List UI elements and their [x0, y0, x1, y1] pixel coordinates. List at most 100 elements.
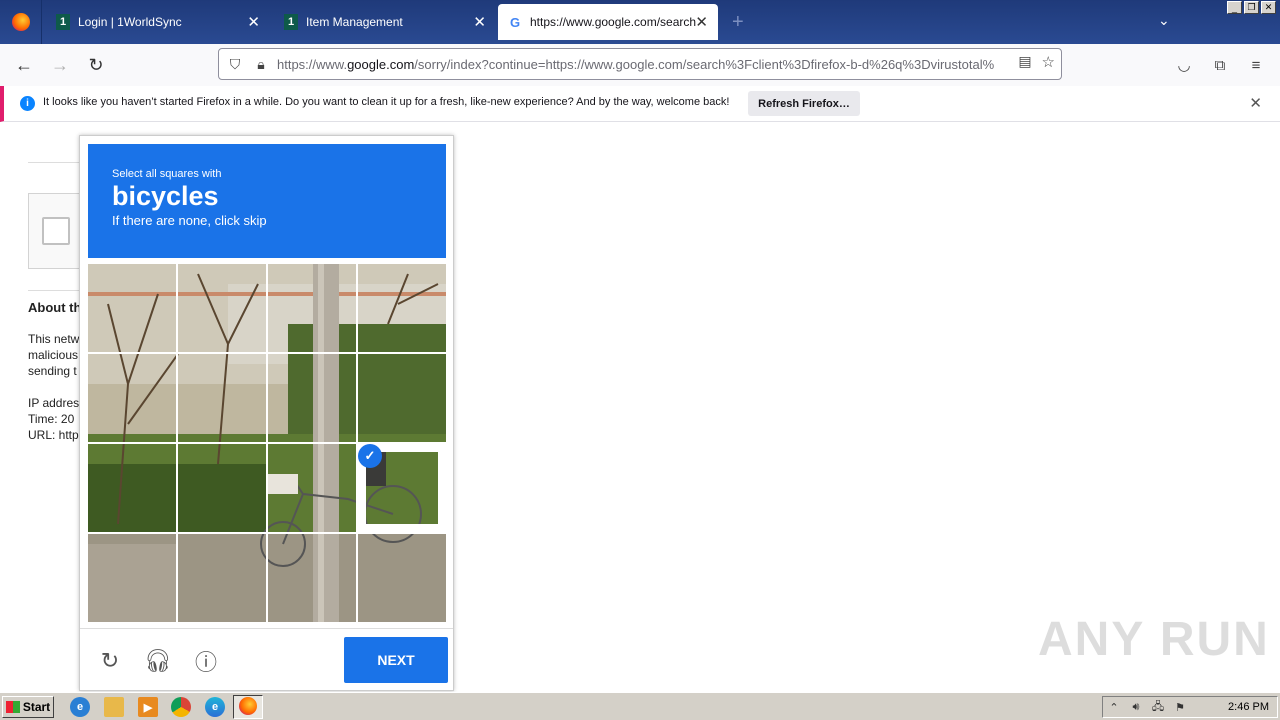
- bookmark-star-icon[interactable]: ☆: [1042, 53, 1055, 71]
- anyrun-watermark: ANY RUN: [1038, 613, 1270, 666]
- reader-view-icon[interactable]: ▤: [1018, 53, 1031, 71]
- tab-close-icon[interactable]: ✕: [473, 13, 486, 31]
- selected-check-icon: ✓: [358, 444, 382, 468]
- tile-image: [358, 534, 446, 622]
- captcha-tile[interactable]: [88, 534, 176, 622]
- system-tray: ⌃ 🔊︎ 🖧 ⚑ 2:46 PM: [1102, 696, 1278, 718]
- captcha-tile[interactable]: [178, 354, 266, 442]
- captcha-tile[interactable]: [88, 264, 176, 352]
- captcha-tile[interactable]: [358, 354, 446, 442]
- tab-close-icon[interactable]: ✕: [695, 13, 708, 31]
- tab-label: https://www.google.com/search?c: [530, 15, 696, 29]
- edge-icon[interactable]: e: [205, 697, 225, 717]
- internet-explorer-icon[interactable]: e: [70, 697, 90, 717]
- page-text-line: IP addres: [28, 396, 80, 410]
- google-favicon-icon: G: [509, 14, 521, 30]
- tab-label: Item Management: [306, 15, 403, 29]
- tab-google-search[interactable]: G https://www.google.com/search?c ✕: [498, 4, 718, 40]
- clock[interactable]: 2:46 PM: [1228, 701, 1269, 713]
- tile-image: [88, 264, 176, 352]
- tile-image: [178, 264, 266, 352]
- network-icon[interactable]: 🖧: [1151, 700, 1165, 714]
- page-text-line: sending t: [28, 364, 77, 378]
- captcha-tile[interactable]: [268, 534, 356, 622]
- challenge-header: Select all squares with bicycles If ther…: [88, 144, 446, 258]
- close-window-icon[interactable]: ✕: [1261, 1, 1276, 14]
- hamburger-menu-icon[interactable]: ≡: [1246, 55, 1266, 75]
- tile-image: [178, 354, 266, 442]
- captcha-tile[interactable]: [268, 264, 356, 352]
- firefox-menu-button[interactable]: [0, 0, 42, 44]
- page-text-line: malicious: [28, 348, 79, 362]
- volume-icon[interactable]: 🔊︎: [1129, 700, 1143, 714]
- challenge-footer: ↻ 🎧︎ ⓘ NEXT: [80, 628, 453, 690]
- restore-icon[interactable]: ❐: [1244, 1, 1259, 14]
- notification-text: It looks like you haven’t started Firefo…: [43, 96, 730, 108]
- audio-challenge-icon[interactable]: 🎧︎: [144, 647, 172, 675]
- tile-image: [178, 444, 266, 532]
- tab-login[interactable]: 1 Login | 1WorldSync ✕: [42, 0, 270, 44]
- tab-strip: 1 Login | 1WorldSync ✕ 1 Item Management…: [0, 0, 1280, 44]
- recaptcha-challenge-dialog: Select all squares with bicycles If ther…: [79, 135, 454, 691]
- image-grid: ✓: [88, 264, 446, 622]
- tile-image: [88, 444, 176, 532]
- captcha-tile[interactable]: [88, 444, 176, 532]
- captcha-tile[interactable]: ✓: [358, 444, 446, 532]
- tab-item-management[interactable]: 1 Item Management ✕: [270, 0, 496, 44]
- action-center-flag-icon[interactable]: ⚑: [1173, 700, 1187, 714]
- page-text-line: URL: http: [28, 428, 79, 442]
- window-controls: _ ❐ ✕: [1227, 1, 1276, 14]
- captcha-tile[interactable]: [178, 264, 266, 352]
- captcha-tile[interactable]: [88, 354, 176, 442]
- tracking-shield-icon[interactable]: ⛉: [225, 54, 245, 74]
- skip-hint: If there are none, click skip: [112, 213, 267, 228]
- start-button[interactable]: Start: [2, 696, 54, 718]
- worldsync-favicon-icon: 1: [56, 14, 70, 30]
- page-text-line: Time: 20: [28, 412, 75, 426]
- extensions-icon[interactable]: ⧉: [1210, 55, 1230, 75]
- firefox-icon: [11, 13, 30, 31]
- new-tab-button[interactable]: +: [732, 11, 744, 34]
- refresh-notification-bar: i It looks like you haven’t started Fire…: [0, 86, 1280, 122]
- chrome-icon[interactable]: [171, 697, 191, 717]
- next-button[interactable]: NEXT: [344, 637, 448, 683]
- tile-image: [268, 444, 356, 532]
- info-icon: i: [20, 96, 35, 111]
- tab-close-icon[interactable]: ✕: [247, 13, 260, 31]
- show-hidden-icons-icon[interactable]: ⌃: [1107, 700, 1121, 714]
- recaptcha-checkbox[interactable]: [42, 217, 70, 245]
- media-player-icon[interactable]: ▶: [138, 697, 158, 717]
- back-icon[interactable]: ←: [12, 53, 36, 77]
- reload-icon[interactable]: ↻: [84, 53, 108, 77]
- captcha-tile[interactable]: [178, 444, 266, 532]
- pocket-icon[interactable]: ◡: [1174, 55, 1194, 75]
- firefox-taskbar-button[interactable]: [233, 695, 263, 719]
- url-text[interactable]: https://www.google.com/sorry/index?conti…: [277, 57, 997, 72]
- windows-logo-icon: [5, 701, 20, 713]
- tile-image: [268, 354, 356, 442]
- tile-image: [358, 354, 446, 442]
- tile-image: [268, 264, 356, 352]
- lock-icon[interactable]: 🔒︎: [251, 54, 271, 74]
- minimize-icon[interactable]: _: [1227, 1, 1242, 14]
- captcha-tile[interactable]: [268, 444, 356, 532]
- captcha-tile[interactable]: [178, 534, 266, 622]
- list-all-tabs-icon[interactable]: ⌄: [1158, 12, 1170, 29]
- tile-image: [178, 534, 266, 622]
- help-info-icon[interactable]: ⓘ: [192, 647, 220, 675]
- close-notification-icon[interactable]: ✕: [1249, 94, 1262, 112]
- file-explorer-icon[interactable]: [104, 697, 124, 717]
- tile-image: [88, 534, 176, 622]
- url-bar[interactable]: ⛉ 🔒︎ https://www.google.com/sorry/index?…: [218, 48, 1062, 80]
- page-text-line: This netw: [28, 332, 80, 346]
- about-heading: About th: [28, 300, 82, 315]
- challenge-target: bicycles: [112, 181, 219, 211]
- tab-label: Login | 1WorldSync: [78, 15, 182, 29]
- forward-icon[interactable]: →: [48, 53, 72, 77]
- refresh-firefox-button[interactable]: Refresh Firefox…: [748, 91, 860, 116]
- tile-image: [358, 264, 446, 352]
- reload-challenge-icon[interactable]: ↻: [96, 647, 124, 675]
- captcha-tile[interactable]: [358, 264, 446, 352]
- captcha-tile[interactable]: [358, 534, 446, 622]
- captcha-tile[interactable]: [268, 354, 356, 442]
